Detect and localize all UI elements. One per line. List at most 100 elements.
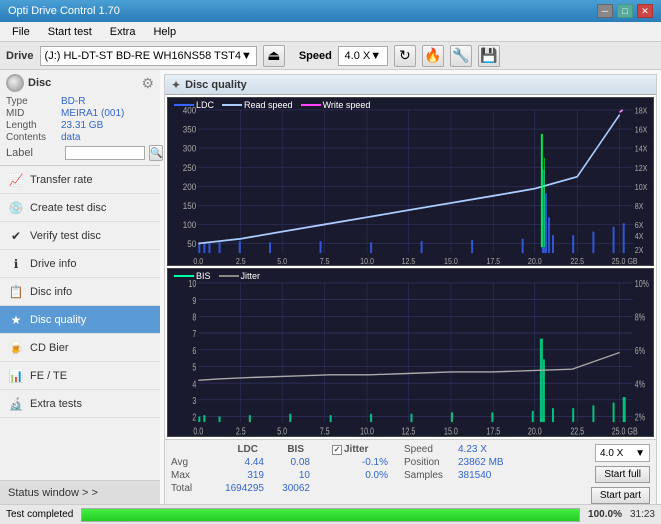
total-bis: 30062 bbox=[270, 483, 310, 494]
nav-label-disc-info: Disc info bbox=[30, 286, 72, 298]
bis-header: BIS bbox=[264, 444, 304, 455]
mid-value: MEIRA1 (001) bbox=[61, 108, 124, 119]
svg-text:0.0: 0.0 bbox=[193, 425, 203, 436]
sidebar-item-verify-test-disc[interactable]: ✔ Verify test disc bbox=[0, 222, 160, 250]
sidebar-item-drive-info[interactable]: ℹ Drive info bbox=[0, 250, 160, 278]
svg-text:17.5: 17.5 bbox=[486, 256, 500, 265]
total-row: Total 1694295 30062 bbox=[171, 483, 388, 494]
svg-text:2: 2 bbox=[192, 412, 196, 423]
jitter-check-spacer bbox=[310, 444, 326, 455]
nav-label-transfer-rate: Transfer rate bbox=[30, 174, 93, 186]
jitter-checkbox[interactable]: ✓ bbox=[332, 445, 342, 455]
type-label: Type bbox=[6, 96, 61, 107]
progress-bar bbox=[81, 508, 580, 522]
sidebar-item-extra-tests[interactable]: 🔬 Extra tests bbox=[0, 390, 160, 418]
jitter-label: Jitter bbox=[344, 444, 368, 455]
svg-text:5: 5 bbox=[192, 361, 196, 372]
sidebar-item-disc-quality[interactable]: ★ Disc quality bbox=[0, 306, 160, 334]
sidebar-item-disc-info[interactable]: 📋 Disc info bbox=[0, 278, 160, 306]
position-key: Position bbox=[404, 457, 454, 468]
status-window-button[interactable]: Status window > > bbox=[0, 480, 160, 504]
burn-button[interactable]: 🔥 bbox=[422, 45, 444, 67]
svg-text:12.5: 12.5 bbox=[402, 256, 416, 265]
sidebar-item-create-test-disc[interactable]: 💿 Create test disc bbox=[0, 194, 160, 222]
svg-text:7.5: 7.5 bbox=[320, 256, 330, 265]
chart2-legend: BIS Jitter bbox=[174, 271, 260, 281]
speed-dropdown-value: 4.0 X bbox=[600, 448, 623, 459]
svg-text:200: 200 bbox=[183, 181, 197, 192]
svg-text:9: 9 bbox=[192, 295, 196, 306]
maximize-button[interactable]: □ bbox=[617, 4, 633, 18]
max-row: Max 319 10 0.0% bbox=[171, 470, 388, 481]
svg-text:8X: 8X bbox=[635, 201, 644, 211]
max-bis: 10 bbox=[270, 470, 310, 481]
svg-text:20.0: 20.0 bbox=[528, 425, 542, 436]
jitter-legend-label: Jitter bbox=[241, 271, 261, 281]
svg-text:15.0: 15.0 bbox=[444, 425, 458, 436]
sidebar-item-cd-bier[interactable]: 🍺 CD Bier bbox=[0, 334, 160, 362]
speed-value: 4.0 X bbox=[345, 50, 371, 62]
speed-label: Speed bbox=[299, 50, 332, 62]
contents-label: Contents bbox=[6, 132, 61, 143]
sidebar-item-transfer-rate[interactable]: 📈 Transfer rate bbox=[0, 166, 160, 194]
menu-extra[interactable]: Extra bbox=[102, 24, 144, 40]
app-title: Opti Drive Control 1.70 bbox=[8, 5, 120, 17]
svg-text:12.5: 12.5 bbox=[402, 425, 416, 436]
nav-label-drive-info: Drive info bbox=[30, 258, 76, 270]
svg-text:14X: 14X bbox=[635, 144, 648, 154]
svg-text:2X: 2X bbox=[635, 246, 644, 256]
max-jitter: 0.0% bbox=[338, 470, 388, 481]
ldc-legend-label: LDC bbox=[196, 100, 214, 110]
sidebar-item-fe-te[interactable]: 📊 FE / TE bbox=[0, 362, 160, 390]
create-test-disc-icon: 💿 bbox=[8, 200, 24, 216]
svg-text:20.0: 20.0 bbox=[528, 256, 542, 265]
start-part-button[interactable]: Start part bbox=[591, 487, 650, 504]
write-speed-legend-item: Write speed bbox=[301, 100, 371, 110]
ldc-legend-item: LDC bbox=[174, 100, 214, 110]
disc-header: Disc ⚙ bbox=[6, 74, 154, 92]
progress-percent: 100.0% bbox=[588, 509, 622, 520]
bis-chart: BIS Jitter bbox=[167, 268, 654, 437]
svg-text:150: 150 bbox=[183, 200, 197, 211]
refresh-button[interactable]: ↻ bbox=[394, 45, 416, 67]
menu-help[interactable]: Help bbox=[145, 24, 184, 40]
samples-key: Samples bbox=[404, 470, 454, 481]
svg-text:17.5: 17.5 bbox=[486, 425, 500, 436]
start-full-button[interactable]: Start full bbox=[595, 466, 650, 483]
svg-text:7.5: 7.5 bbox=[320, 425, 330, 436]
speed-selector[interactable]: 4.0 X ▼ bbox=[338, 46, 388, 66]
svg-text:4X: 4X bbox=[635, 231, 644, 241]
avg-ldc: 4.44 bbox=[209, 457, 264, 468]
nav-label-create-test-disc: Create test disc bbox=[30, 202, 106, 214]
bottom-bar: Test completed 100.0% 31:23 bbox=[0, 504, 661, 524]
position-val: 23862 MB bbox=[458, 457, 504, 468]
eject-button[interactable]: ⏏ bbox=[263, 45, 285, 67]
svg-text:8: 8 bbox=[192, 311, 196, 322]
tools-button[interactable]: 🔧 bbox=[450, 45, 472, 67]
length-value: 23.31 GB bbox=[61, 120, 103, 131]
disc-mid-row: MID MEIRA1 (001) bbox=[6, 108, 154, 119]
drivebar: Drive (J:) HL-DT-ST BD-RE WH16NS58 TST4 … bbox=[0, 42, 661, 70]
svg-text:7: 7 bbox=[192, 328, 196, 339]
fe-te-icon: 📊 bbox=[8, 368, 24, 384]
avg-label: Avg bbox=[171, 457, 203, 468]
nav-label-fe-te: FE / TE bbox=[30, 370, 67, 382]
speed-dropdown[interactable]: 4.0 X ▼ bbox=[595, 444, 650, 462]
avg-jitter: -0.1% bbox=[338, 457, 388, 468]
main-layout: Disc ⚙ Type BD-R MID MEIRA1 (001) Length… bbox=[0, 70, 661, 524]
svg-text:25.0 GB: 25.0 GB bbox=[612, 425, 638, 436]
max-label: Max bbox=[171, 470, 203, 481]
save-button[interactable]: 💾 bbox=[478, 45, 500, 67]
disc-panel: Disc ⚙ Type BD-R MID MEIRA1 (001) Length… bbox=[0, 70, 160, 166]
drive-selector[interactable]: (J:) HL-DT-ST BD-RE WH16NS58 TST4 ▼ bbox=[40, 46, 257, 66]
minimize-button[interactable]: ─ bbox=[597, 4, 613, 18]
label-browse-button[interactable]: 🔍 bbox=[149, 145, 163, 161]
disc-length-row: Length 23.31 GB bbox=[6, 120, 154, 131]
menu-file[interactable]: File bbox=[4, 24, 38, 40]
menu-start-test[interactable]: Start test bbox=[40, 24, 100, 40]
disc-settings-icon: ⚙ bbox=[141, 75, 154, 92]
svg-text:2%: 2% bbox=[635, 412, 646, 423]
label-input[interactable] bbox=[65, 146, 145, 160]
svg-text:100: 100 bbox=[183, 219, 197, 230]
close-button[interactable]: ✕ bbox=[637, 4, 653, 18]
